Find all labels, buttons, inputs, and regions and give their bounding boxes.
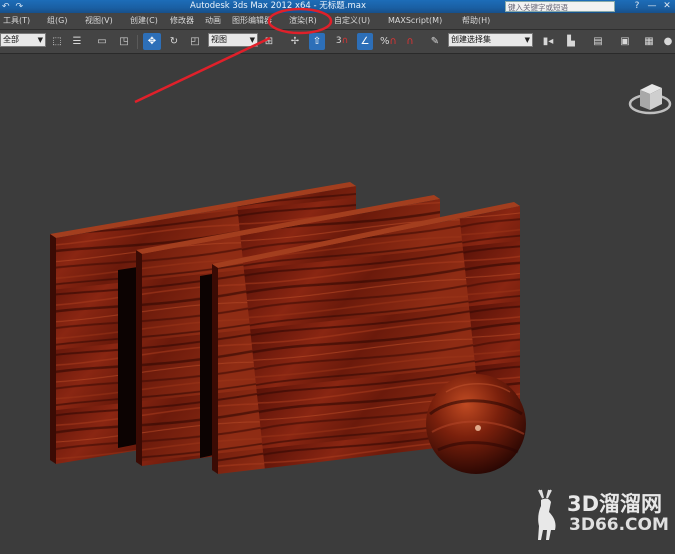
layer-manager-icon[interactable]: ▤ xyxy=(590,33,606,50)
reference-coordinate-value: 视图 xyxy=(211,35,227,44)
menu-group[interactable]: 组(G) xyxy=(47,13,67,29)
rectangular-selection-icon[interactable]: ▭ xyxy=(95,33,109,50)
close-icon[interactable]: ✕ xyxy=(660,0,674,13)
menu-help[interactable]: 帮助(H) xyxy=(462,13,490,29)
wood-sphere[interactable] xyxy=(426,374,526,474)
window-title: Autodesk 3ds Max 2012 x64 - 无标题.max xyxy=(190,1,366,11)
selection-filter-dropdown[interactable]: 全部 ▼ xyxy=(0,33,46,47)
menu-maxscript[interactable]: MAXScript(M) xyxy=(388,13,442,29)
select-object-icon[interactable]: ⬚ xyxy=(50,33,64,50)
reference-coordinate-dropdown[interactable]: 视图 ▼ xyxy=(208,33,258,47)
menu-modifiers[interactable]: 修改器 xyxy=(170,13,194,29)
watermark-url: 3D66.COM xyxy=(569,515,669,535)
menu-customize[interactable]: 自定义(U) xyxy=(334,13,370,29)
menu-graph-editors[interactable]: 图形编辑器 xyxy=(232,13,272,29)
edit-named-selection-icon[interactable]: ✎ xyxy=(428,33,442,50)
named-selection-sets-dropdown[interactable]: 创建选择集 ▼ xyxy=(448,33,533,47)
perspective-viewport[interactable] xyxy=(0,54,675,550)
watermark-brand: 3D溜溜网 xyxy=(567,492,663,516)
undo-icon[interactable]: ↶ xyxy=(2,2,10,12)
align-icon[interactable]: ▙ xyxy=(563,33,579,50)
menu-animation[interactable]: 动画 xyxy=(205,13,221,29)
keyboard-shortcut-override-icon[interactable]: ⇧ xyxy=(309,33,325,50)
menu-create[interactable]: 创建(C) xyxy=(130,13,158,29)
angle-snap-icon[interactable]: ∠ xyxy=(357,33,373,50)
menu-views[interactable]: 视图(V) xyxy=(85,13,113,29)
menu-tools[interactable]: 工具(T) xyxy=(3,13,30,29)
window-crossing-icon[interactable]: ◳ xyxy=(117,33,131,50)
viewcube[interactable] xyxy=(628,84,672,115)
percent-snap-icon[interactable]: %∩ xyxy=(380,33,397,50)
selection-filter-value: 全部 xyxy=(3,35,19,44)
search-input[interactable]: 键入关键字或短语 xyxy=(505,1,615,12)
select-scale-icon[interactable]: ◰ xyxy=(188,33,202,50)
viewport-scene xyxy=(50,84,672,474)
pivot-center-icon[interactable]: ⊞ xyxy=(262,33,276,50)
help-icon[interactable]: ? xyxy=(630,0,644,13)
menu-rendering[interactable]: 渲染(R) xyxy=(289,13,317,29)
watermark: 3D溜溜网 3D66.COM xyxy=(525,480,675,550)
redo-icon[interactable]: ↷ xyxy=(16,2,24,12)
quick-access-toolbar: ↶ ↷ xyxy=(2,0,23,13)
select-manipulate-icon[interactable]: ✢ xyxy=(287,33,303,50)
named-selection-sets-value: 创建选择集 xyxy=(451,35,491,44)
mirror-icon[interactable]: ▮◂ xyxy=(540,33,556,50)
select-rotate-icon[interactable]: ↻ xyxy=(166,33,182,50)
deer-logo-icon xyxy=(538,489,556,540)
curve-editor-icon[interactable]: ▣ xyxy=(617,33,633,50)
minimize-icon[interactable]: — xyxy=(645,0,659,13)
title-bar: ↶ ↷ Autodesk 3ds Max 2012 x64 - 无标题.max … xyxy=(0,0,675,13)
material-editor-icon[interactable]: ● xyxy=(661,33,675,50)
schematic-view-icon[interactable]: ▦ xyxy=(641,33,657,50)
main-toolbar: 全部 ▼ ⬚ ☰ ▭ ◳ ✥ ↻ ◰ 视图 ▼ ⊞ ✢ ⇧ 3∩ ∠ %∩ ∩ ✎ … xyxy=(0,30,675,54)
select-move-icon[interactable]: ✥ xyxy=(143,33,161,50)
spinner-snap-icon[interactable]: ∩ xyxy=(403,33,417,50)
menu-bar: 工具(T) 组(G) 视图(V) 创建(C) 修改器 动画 图形编辑器 渲染(R… xyxy=(0,13,675,30)
snaps-toggle-icon[interactable]: 3∩ xyxy=(335,33,349,50)
select-by-name-icon[interactable]: ☰ xyxy=(70,33,84,50)
